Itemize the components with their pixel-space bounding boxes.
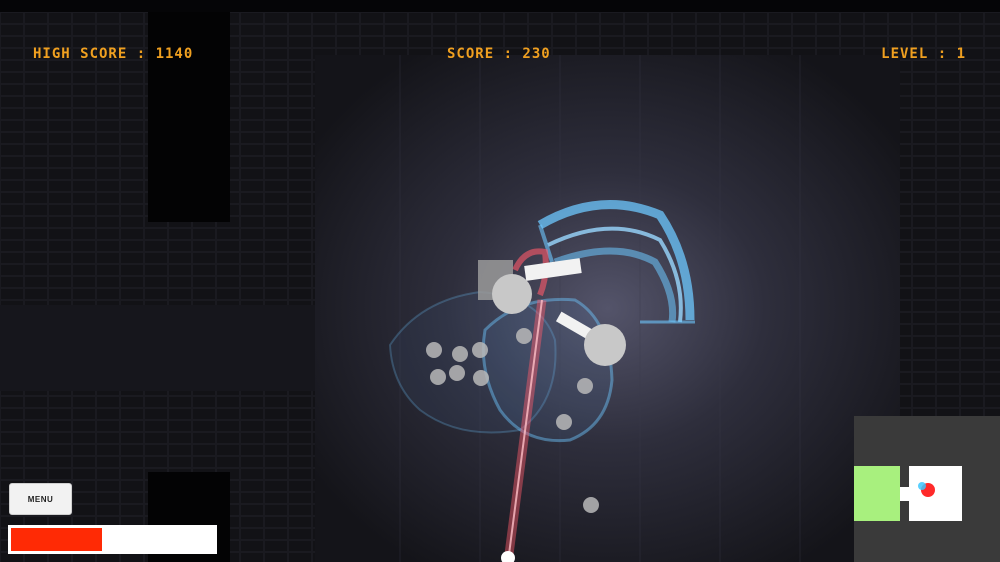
void-top-left xyxy=(148,0,230,222)
score-label: SCORE : 230 xyxy=(447,46,551,62)
health-bar-fill xyxy=(11,528,102,551)
player-head xyxy=(492,274,532,314)
minimap-corridor xyxy=(900,487,909,501)
level-label: LEVEL : 1 xyxy=(881,46,966,62)
health-bar xyxy=(8,525,217,554)
floor-corridor-left-shade xyxy=(0,305,315,391)
high-score-label: HIGH SCORE : 1140 xyxy=(33,46,194,62)
enemy-head xyxy=(584,324,626,366)
minimap-room-current xyxy=(909,466,962,521)
floor-main xyxy=(315,55,900,562)
minimap-room-visited xyxy=(854,466,900,521)
menu-button[interactable]: MENU xyxy=(9,483,72,515)
void-top xyxy=(0,0,1000,12)
minimap-enemy-marker xyxy=(918,482,926,490)
minimap xyxy=(854,416,1000,562)
game-scene xyxy=(0,0,1000,562)
